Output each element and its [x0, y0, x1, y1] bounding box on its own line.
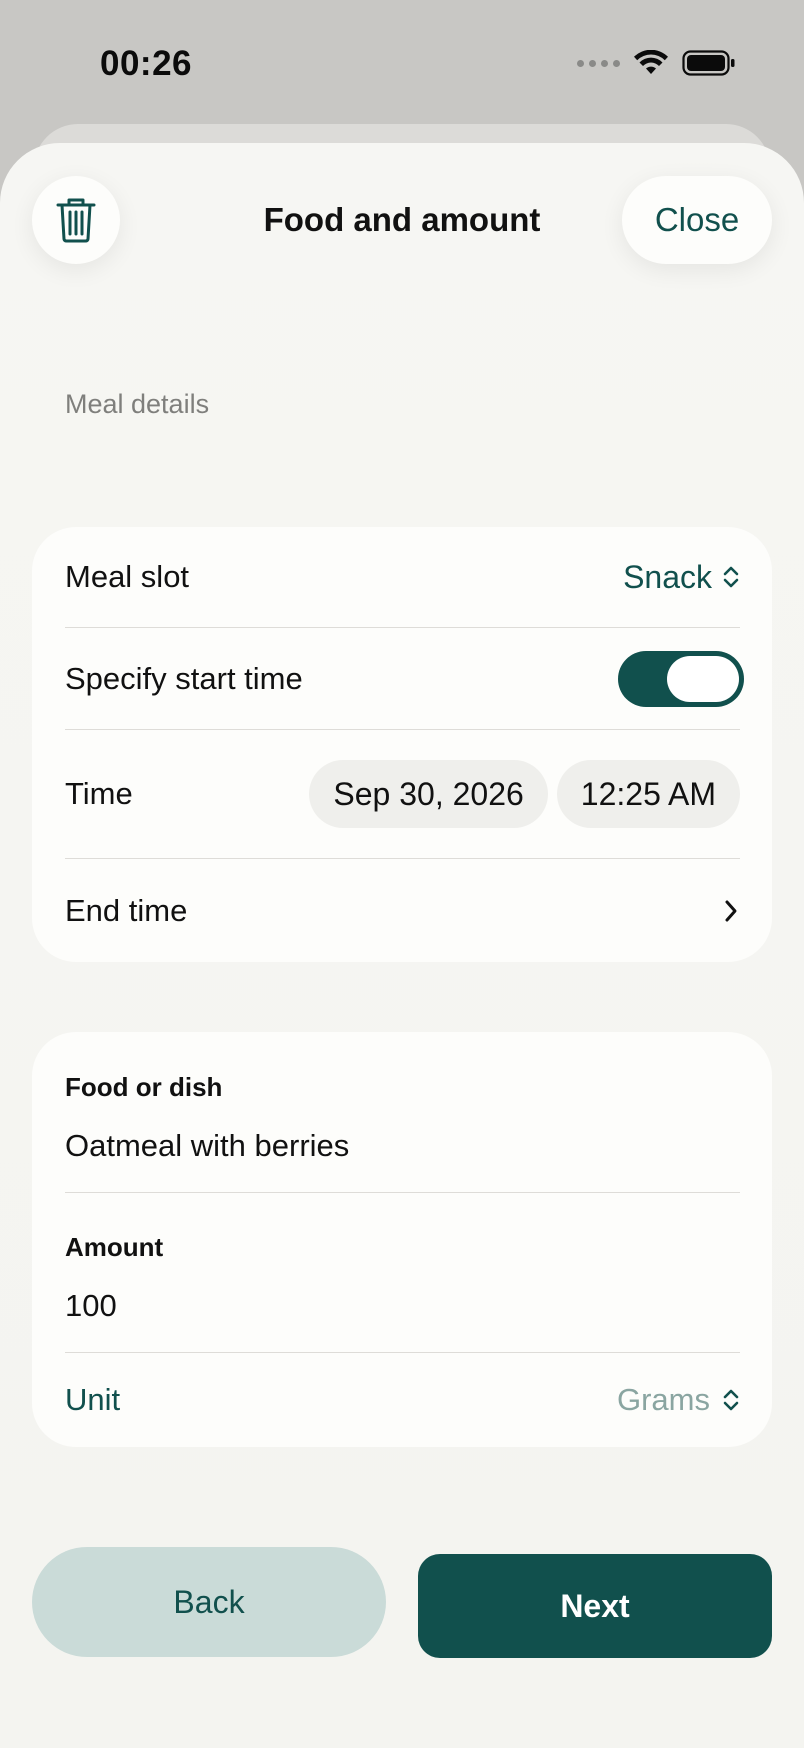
unit-picker[interactable]: Grams	[617, 1382, 740, 1418]
toggle-knob	[667, 655, 739, 702]
time-label: Time	[65, 776, 133, 811]
date-chip[interactable]: Sep 30, 2026	[309, 760, 548, 828]
meal-slot-label: Meal slot	[65, 559, 190, 594]
close-button[interactable]: Close	[622, 176, 772, 264]
screen: 00:26 Food and amount Close Meal details…	[0, 0, 804, 1748]
time-chips: Sep 30, 2026 12:25 AM	[309, 760, 740, 828]
unit-label: Unit	[65, 1382, 121, 1417]
specify-start-row: Specify start time	[65, 628, 744, 729]
chevron-up-down-icon	[723, 566, 739, 588]
end-time-row[interactable]: End time	[65, 859, 740, 962]
wifi-icon	[634, 50, 668, 74]
meal-slot-row: Meal slot Snack	[65, 527, 740, 627]
status-icons	[577, 50, 736, 76]
back-button[interactable]: Back	[32, 1547, 386, 1657]
status-time: 00:26	[100, 44, 193, 83]
specify-start-label: Specify start time	[65, 660, 303, 696]
bottom-sheet: Food and amount Close Meal details Meal …	[0, 143, 804, 1748]
meal-slot-picker[interactable]: Snack	[623, 559, 740, 596]
time-row: Time Sep 30, 2026 12:25 AM	[65, 730, 740, 858]
food-input[interactable]: Oatmeal with berries	[65, 1128, 349, 1164]
specify-start-toggle[interactable]	[618, 650, 744, 707]
time-chip[interactable]: 12:25 AM	[556, 760, 740, 828]
battery-icon	[682, 50, 735, 76]
cellular-signal-icon	[577, 59, 620, 67]
amount-field-label: Amount	[65, 1232, 164, 1262]
unit-value: Grams	[617, 1382, 710, 1417]
chevron-up-down-icon	[723, 1389, 739, 1411]
unit-row: Unit Grams	[65, 1353, 740, 1447]
next-button[interactable]: Next	[418, 1554, 772, 1658]
amount-input[interactable]: 100	[65, 1288, 117, 1324]
food-field-label: Food or dish	[65, 1072, 223, 1102]
meal-slot-value: Snack	[623, 558, 712, 595]
divider	[65, 1192, 740, 1193]
meal-details-card: Meal slot Snack Specify start time Time …	[32, 527, 772, 962]
end-time-label: End time	[65, 892, 188, 928]
section-label: Meal details	[65, 389, 210, 419]
food-card: Food or dish Oatmeal with berries Amount…	[32, 1032, 772, 1447]
chevron-right-icon	[725, 900, 737, 921]
